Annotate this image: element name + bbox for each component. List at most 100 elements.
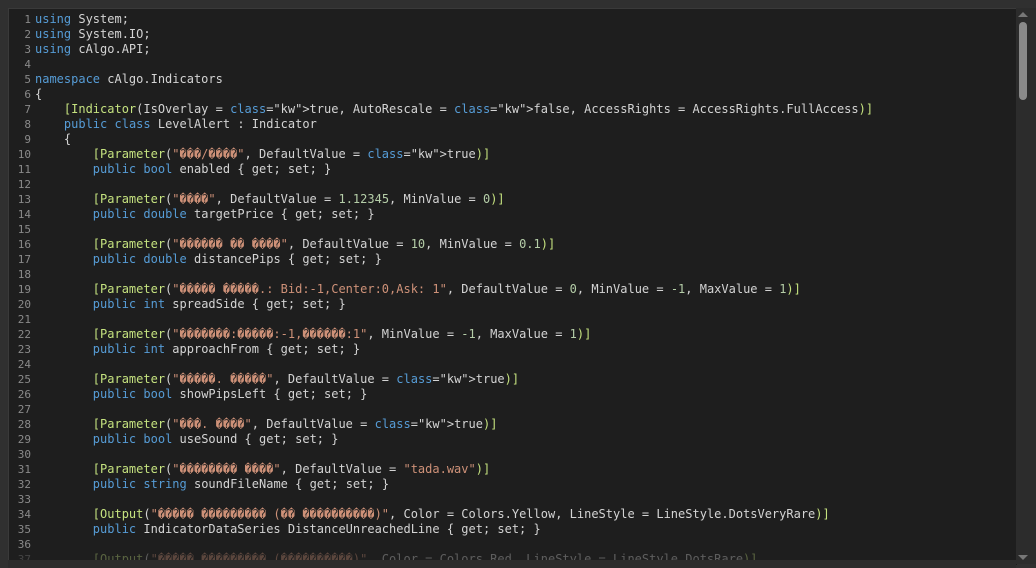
code-text[interactable]: public string soundFileName { get; set; … — [35, 477, 389, 492]
code-line[interactable]: 35 public IndicatorDataSeries DistanceUn… — [9, 522, 1017, 537]
line-number: 27 — [17, 403, 31, 416]
code-text[interactable]: [Output("����� ��������� (�� ����������)… — [35, 507, 830, 522]
line-number: 25 — [17, 373, 31, 386]
code-line[interactable]: 33 — [9, 492, 1017, 507]
code-text[interactable]: public class LevelAlert : Indicator — [35, 117, 317, 132]
scroll-down-arrow-icon[interactable] — [1018, 555, 1028, 560]
line-number: 3 — [24, 43, 31, 56]
code-editor[interactable]: 1 using System; 2 using System.IO; 3 using cA… — [8, 8, 1017, 565]
code-line[interactable]: 28 [Parameter("���. ����", DefaultValue … — [9, 417, 1017, 432]
line-number: 18 — [17, 268, 31, 281]
code-line[interactable]: 32 public string soundFileName { get; se… — [9, 477, 1017, 492]
line-number: 11 — [17, 163, 31, 176]
line-number: 1 — [24, 13, 31, 26]
code-line[interactable]: 36 — [9, 537, 1017, 552]
code-text[interactable]: [Parameter("�����. �����", DefaultValue … — [35, 372, 519, 387]
code-text[interactable]: [Parameter("���. ����", DefaultValue = c… — [35, 417, 498, 432]
code-line[interactable]: 17 public double distancePips { get; set… — [9, 252, 1017, 267]
line-number: 10 — [17, 148, 31, 161]
code-text[interactable]: using cAlgo.API; — [35, 42, 151, 57]
line-number: 34 — [17, 508, 31, 521]
code-line[interactable]: 1 using System; — [9, 12, 1017, 27]
line-number: 21 — [17, 313, 31, 326]
code-line[interactable]: 4 — [9, 57, 1017, 72]
code-line[interactable]: 18 — [9, 267, 1017, 282]
code-text[interactable]: [Parameter("������ �� ����", DefaultValu… — [35, 237, 555, 252]
vertical-scrollbar[interactable] — [1016, 8, 1036, 564]
code-line[interactable]: 30 — [9, 447, 1017, 462]
line-number: 14 — [17, 208, 31, 221]
line-number: 9 — [24, 133, 31, 146]
code-text[interactable]: public bool showPipsLeft { get; set; } — [35, 387, 368, 402]
code-text[interactable]: [Indicator(IsOverlay = class="kw">true, … — [35, 102, 873, 117]
code-line[interactable]: 20 public int spreadSide { get; set; } — [9, 297, 1017, 312]
code-line[interactable]: 21 — [9, 312, 1017, 327]
code-text[interactable]: namespace cAlgo.Indicators — [35, 72, 223, 87]
code-line[interactable]: 24 — [9, 357, 1017, 372]
code-line[interactable]: 2 using System.IO; — [9, 27, 1017, 42]
code-text[interactable]: public bool useSound { get; set; } — [35, 432, 339, 447]
code-text[interactable]: public int spreadSide { get; set; } — [35, 297, 346, 312]
code-line[interactable]: 26 public bool showPipsLeft { get; set; … — [9, 387, 1017, 402]
code-line[interactable]: 25 [Parameter("�����. �����", DefaultVal… — [9, 372, 1017, 387]
code-text[interactable]: [Parameter("���/����", DefaultValue = cl… — [35, 147, 490, 162]
code-area[interactable]: 1 using System; 2 using System.IO; 3 using cA… — [9, 12, 1017, 565]
code-line[interactable]: 6{ — [9, 87, 1017, 102]
code-line[interactable]: 31 [Parameter("�������� ����", DefaultVa… — [9, 462, 1017, 477]
line-number: 16 — [17, 238, 31, 251]
line-number: 12 — [17, 178, 31, 191]
code-line[interactable]: 3 using cAlgo.API; — [9, 42, 1017, 57]
code-text[interactable]: public double targetPrice { get; set; } — [35, 207, 375, 222]
line-number: 32 — [17, 478, 31, 491]
code-line[interactable]: 7 [Indicator(IsOverlay = class="kw">true… — [9, 102, 1017, 117]
editor-window: 1 using System; 2 using System.IO; 3 using cA… — [0, 0, 1036, 568]
code-line[interactable]: 34 [Output("����� ��������� (�� ��������… — [9, 507, 1017, 522]
line-number: 30 — [17, 448, 31, 461]
code-text[interactable]: public double distancePips { get; set; } — [35, 252, 382, 267]
line-number: 31 — [17, 463, 31, 476]
scrollbar-thumb[interactable] — [1019, 22, 1027, 100]
code-line[interactable]: 8 public class LevelAlert : Indicator — [9, 117, 1017, 132]
scroll-up-arrow-icon[interactable] — [1018, 12, 1028, 17]
line-number: 22 — [17, 328, 31, 341]
code-line[interactable]: 11 public bool enabled { get; set; } — [9, 162, 1017, 177]
line-number: 28 — [17, 418, 31, 431]
line-number: 29 — [17, 433, 31, 446]
code-line[interactable]: 27 — [9, 402, 1017, 417]
line-number: 36 — [17, 538, 31, 551]
code-text[interactable]: using System; — [35, 12, 129, 27]
code-line[interactable]: 22 [Parameter("�������:�����:-1,������:1… — [9, 327, 1017, 342]
code-text[interactable]: public int approachFrom { get; set; } — [35, 342, 360, 357]
code-line[interactable]: 14 public double targetPrice { get; set;… — [9, 207, 1017, 222]
line-number: 33 — [17, 493, 31, 506]
code-text[interactable]: [Parameter("�������:�����:-1,������:1", … — [35, 327, 592, 342]
line-number: 4 — [24, 58, 31, 71]
line-number: 13 — [17, 193, 31, 206]
line-number: 26 — [17, 388, 31, 401]
code-text[interactable]: { — [35, 87, 42, 102]
line-number: 6 — [24, 88, 31, 101]
code-line[interactable]: 9 { — [9, 132, 1017, 147]
line-number: 19 — [17, 283, 31, 296]
line-number: 24 — [17, 358, 31, 371]
code-text[interactable]: [Parameter("����", DefaultValue = 1.1234… — [35, 192, 505, 207]
line-number: 2 — [24, 28, 31, 41]
code-text[interactable]: using System.IO; — [35, 27, 151, 42]
code-line[interactable]: 19 [Parameter("����� �����.: Bid:-1,Cent… — [9, 282, 1017, 297]
code-line[interactable]: 23 public int approachFrom { get; set; } — [9, 342, 1017, 357]
code-line[interactable]: 13 [Parameter("����", DefaultValue = 1.1… — [9, 192, 1017, 207]
code-text[interactable]: public bool enabled { get; set; } — [35, 162, 331, 177]
code-line[interactable]: 12 — [9, 177, 1017, 192]
code-text[interactable]: [Parameter("�������� ����", DefaultValue… — [35, 462, 490, 477]
code-line[interactable]: 16 [Parameter("������ �� ����", DefaultV… — [9, 237, 1017, 252]
code-text[interactable]: public IndicatorDataSeries DistanceUnrea… — [35, 522, 541, 537]
code-text[interactable]: { — [35, 132, 71, 147]
horizontal-scrollbar[interactable] — [8, 560, 1016, 568]
code-line[interactable]: 10 [Parameter("���/����", DefaultValue =… — [9, 147, 1017, 162]
line-number: 8 — [24, 118, 31, 131]
code-line[interactable]: 15 — [9, 222, 1017, 237]
code-line[interactable]: 5 namespace cAlgo.Indicators — [9, 72, 1017, 87]
code-text[interactable]: [Parameter("����� �����.: Bid:-1,Center:… — [35, 282, 801, 297]
line-number: 20 — [17, 298, 31, 311]
code-line[interactable]: 29 public bool useSound { get; set; } — [9, 432, 1017, 447]
